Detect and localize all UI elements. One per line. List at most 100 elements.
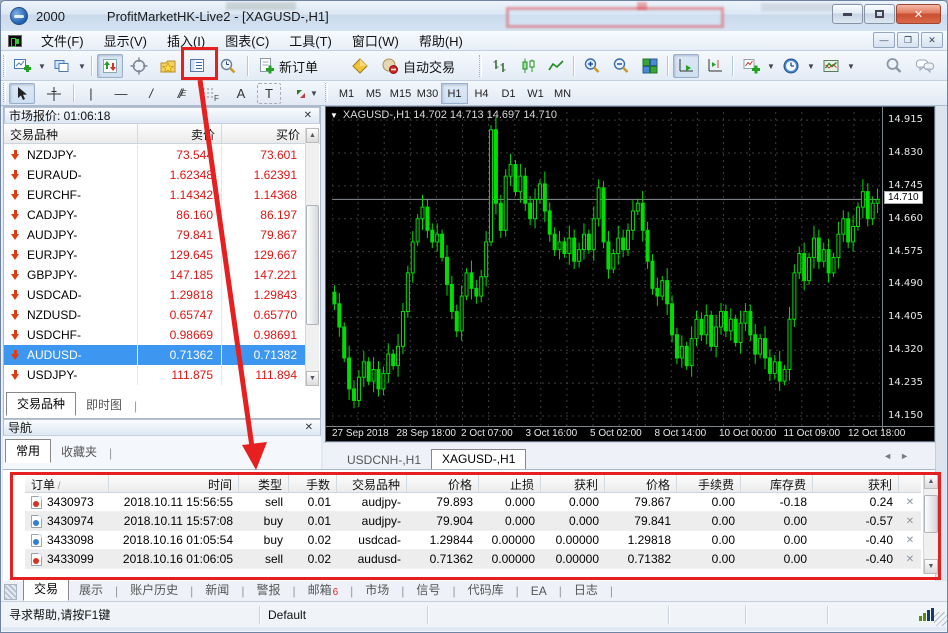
column-header-8[interactable]: 价格 bbox=[605, 474, 677, 492]
search-button[interactable] bbox=[881, 54, 907, 78]
close-icon[interactable]: ✕ bbox=[302, 422, 316, 433]
timeframe-H4[interactable]: H4 bbox=[468, 83, 495, 104]
symbol-row-eurchf[interactable]: EURCHF- 1.14342 1.14368 bbox=[4, 185, 306, 205]
text-label-button[interactable]: T bbox=[257, 83, 281, 104]
tab-terminal-5[interactable]: 邮箱 6 bbox=[298, 579, 349, 601]
timeframe-M5[interactable]: M5 bbox=[360, 83, 387, 104]
mdi-restore-button[interactable]: ❐ bbox=[897, 32, 919, 48]
tab-chart-0[interactable]: USDCNH-,H1 bbox=[337, 451, 431, 470]
tab-prev-icon[interactable]: ◄ bbox=[883, 451, 900, 461]
panel-handle-icon[interactable] bbox=[4, 584, 17, 600]
symbol-row-euraud[interactable]: EURAUD- 1.62348 1.62391 bbox=[4, 165, 306, 185]
terminal-button[interactable] bbox=[184, 54, 210, 78]
toolbar-grip[interactable] bbox=[3, 83, 6, 102]
line-chart-button[interactable] bbox=[543, 54, 569, 78]
chart-tab-scroll[interactable]: ◄► bbox=[883, 451, 917, 461]
tab-terminal-1[interactable]: 展示 bbox=[69, 579, 113, 601]
new-chart-button[interactable] bbox=[9, 54, 35, 78]
chart-plot-area[interactable] bbox=[331, 112, 881, 426]
tab-terminal-7[interactable]: 信号 bbox=[406, 579, 450, 601]
indicators-dropdown[interactable]: ▼ bbox=[764, 54, 776, 78]
tab-terminal-3[interactable]: 新闻 bbox=[195, 579, 239, 601]
chart-window-icon[interactable] bbox=[8, 34, 22, 47]
vertical-line-button[interactable]: | bbox=[79, 83, 103, 104]
zoom-out-button[interactable] bbox=[608, 54, 634, 78]
close-order-icon[interactable]: ✕ bbox=[899, 535, 921, 546]
navigator-title-bar[interactable]: 导航 ✕ bbox=[3, 419, 321, 436]
scroll-down-icon[interactable]: ▼ bbox=[924, 559, 938, 574]
cursor-button[interactable] bbox=[9, 83, 35, 104]
symbol-row-audjpy[interactable]: AUDJPY- 79.841 79.867 bbox=[4, 225, 306, 245]
tab-market-watch-0[interactable]: 交易品种 bbox=[6, 392, 77, 416]
timeframe-D1[interactable]: D1 bbox=[495, 83, 522, 104]
symbol-row-usdchf[interactable]: USDCHF- 0.98669 0.98691 bbox=[4, 325, 306, 345]
profiles-dropdown[interactable]: ▼ bbox=[75, 54, 87, 78]
menu-item-0[interactable]: 文件(F) bbox=[31, 29, 94, 52]
profiles-button[interactable] bbox=[49, 54, 75, 78]
market-watch-title-bar[interactable]: 市场报价: 01:06:18 ✕ bbox=[4, 107, 320, 124]
symbol-row-eurjpy[interactable]: EURJPY- 129.645 129.667 bbox=[4, 245, 306, 265]
mdi-minimize-button[interactable]: — bbox=[873, 32, 895, 48]
column-header-9[interactable]: 手续费 bbox=[677, 474, 741, 492]
column-header-0[interactable]: 订单 / bbox=[25, 474, 109, 492]
scroll-up-icon[interactable]: ▲ bbox=[306, 128, 319, 143]
tab-terminal-10[interactable]: 日志 bbox=[564, 579, 608, 601]
close-icon[interactable]: ✕ bbox=[301, 110, 315, 121]
tab-market-watch-1[interactable]: 即时图 bbox=[76, 394, 132, 416]
column-header-2[interactable]: 类型 bbox=[239, 474, 289, 492]
timeframe-H1[interactable]: H1 bbox=[441, 83, 468, 104]
toolbar-grip[interactable] bbox=[325, 83, 328, 102]
toolbar-grip[interactable] bbox=[479, 55, 482, 77]
column-header-3[interactable]: 手数 bbox=[289, 474, 337, 492]
column-header-4[interactable]: 交易品种 bbox=[337, 474, 407, 492]
resize-grip[interactable] bbox=[934, 612, 947, 626]
market-watch-toggle-button[interactable] bbox=[97, 54, 123, 78]
trendline-button[interactable]: / bbox=[139, 83, 163, 104]
menu-item-4[interactable]: 工具(T) bbox=[279, 29, 342, 52]
symbol-row-nzdusd[interactable]: NZDUSD- 0.65747 0.65770 bbox=[4, 305, 306, 325]
text-button[interactable]: A bbox=[229, 83, 253, 104]
channel-button[interactable]: //E bbox=[169, 83, 193, 104]
tab-chart-1[interactable]: XAGUSD-,H1 bbox=[431, 449, 527, 470]
column-header-symbol[interactable]: 交易品种 bbox=[4, 124, 138, 143]
symbol-row-audusd[interactable]: AUDUSD- 0.71362 0.71382 bbox=[4, 345, 306, 365]
tab-navigator-1[interactable]: 收藏夹 bbox=[51, 441, 107, 463]
periods-button[interactable] bbox=[778, 54, 804, 78]
zoom-in-button[interactable] bbox=[579, 54, 605, 78]
symbol-row-gbpjpy[interactable]: GBPJPY- 147.185 147.221 bbox=[4, 265, 306, 285]
crosshair-button[interactable] bbox=[41, 83, 67, 104]
bar-chart-button[interactable] bbox=[487, 54, 513, 78]
tab-next-icon[interactable]: ► bbox=[900, 451, 917, 461]
column-header-6[interactable]: 止损 bbox=[479, 474, 541, 492]
tab-terminal-6[interactable]: 市场 bbox=[355, 579, 399, 601]
column-header-1[interactable]: 时间 bbox=[109, 474, 239, 492]
market-watch-scrollbar[interactable]: ▲ ▼ bbox=[305, 128, 319, 386]
symbol-row-cadjpy[interactable]: CADJPY- 86.160 86.197 bbox=[4, 205, 306, 225]
title-bar[interactable]: 2000 ProfitMarketHK-Live2 - [XAGUSD-,H1]… bbox=[1, 1, 947, 31]
order-row-3433098[interactable]: 3433098 2018.10.16 01:05:54 buy 0.02 usdcad-… bbox=[25, 531, 921, 550]
menu-item-2[interactable]: 插入(I) bbox=[157, 29, 215, 52]
mdi-close-button[interactable]: ✕ bbox=[921, 32, 943, 48]
chart-window[interactable]: 14.915 14.830 14.745 14.660 14.575 14.490 14.4… bbox=[325, 106, 936, 442]
auto-scroll-button[interactable] bbox=[673, 54, 699, 78]
symbol-row-usdjpy[interactable]: USDJPY- 111.875 111.894 bbox=[4, 365, 306, 385]
close-order-icon[interactable]: ✕ bbox=[899, 516, 921, 527]
periods-dropdown[interactable]: ▼ bbox=[804, 54, 816, 78]
column-header-bid[interactable]: 卖价 bbox=[138, 124, 222, 143]
metaeditor-button[interactable] bbox=[347, 54, 373, 78]
tab-terminal-2[interactable]: 账户历史 bbox=[120, 579, 188, 601]
symbol-row-usdcad[interactable]: USDCAD- 1.29818 1.29843 bbox=[4, 285, 306, 305]
templates-dropdown[interactable]: ▼ bbox=[844, 54, 856, 78]
tab-navigator-0[interactable]: 常用 bbox=[5, 439, 52, 463]
timeframe-M1[interactable]: M1 bbox=[333, 83, 360, 104]
column-header-7[interactable]: 获利 bbox=[541, 474, 605, 492]
autotrading-button[interactable]: 自动交易 bbox=[377, 54, 473, 78]
column-header-5[interactable]: 价格 bbox=[407, 474, 479, 492]
terminal-scrollbar[interactable]: ▲ ▼ bbox=[923, 474, 938, 574]
menu-item-5[interactable]: 窗口(W) bbox=[342, 29, 409, 52]
minimize-button[interactable] bbox=[832, 4, 863, 24]
tab-terminal-9[interactable]: EA bbox=[521, 582, 557, 601]
scrollbar-thumb[interactable] bbox=[306, 205, 319, 325]
chevron-down-icon[interactable]: ▼ bbox=[330, 111, 338, 120]
status-profile[interactable]: Default bbox=[260, 605, 428, 624]
